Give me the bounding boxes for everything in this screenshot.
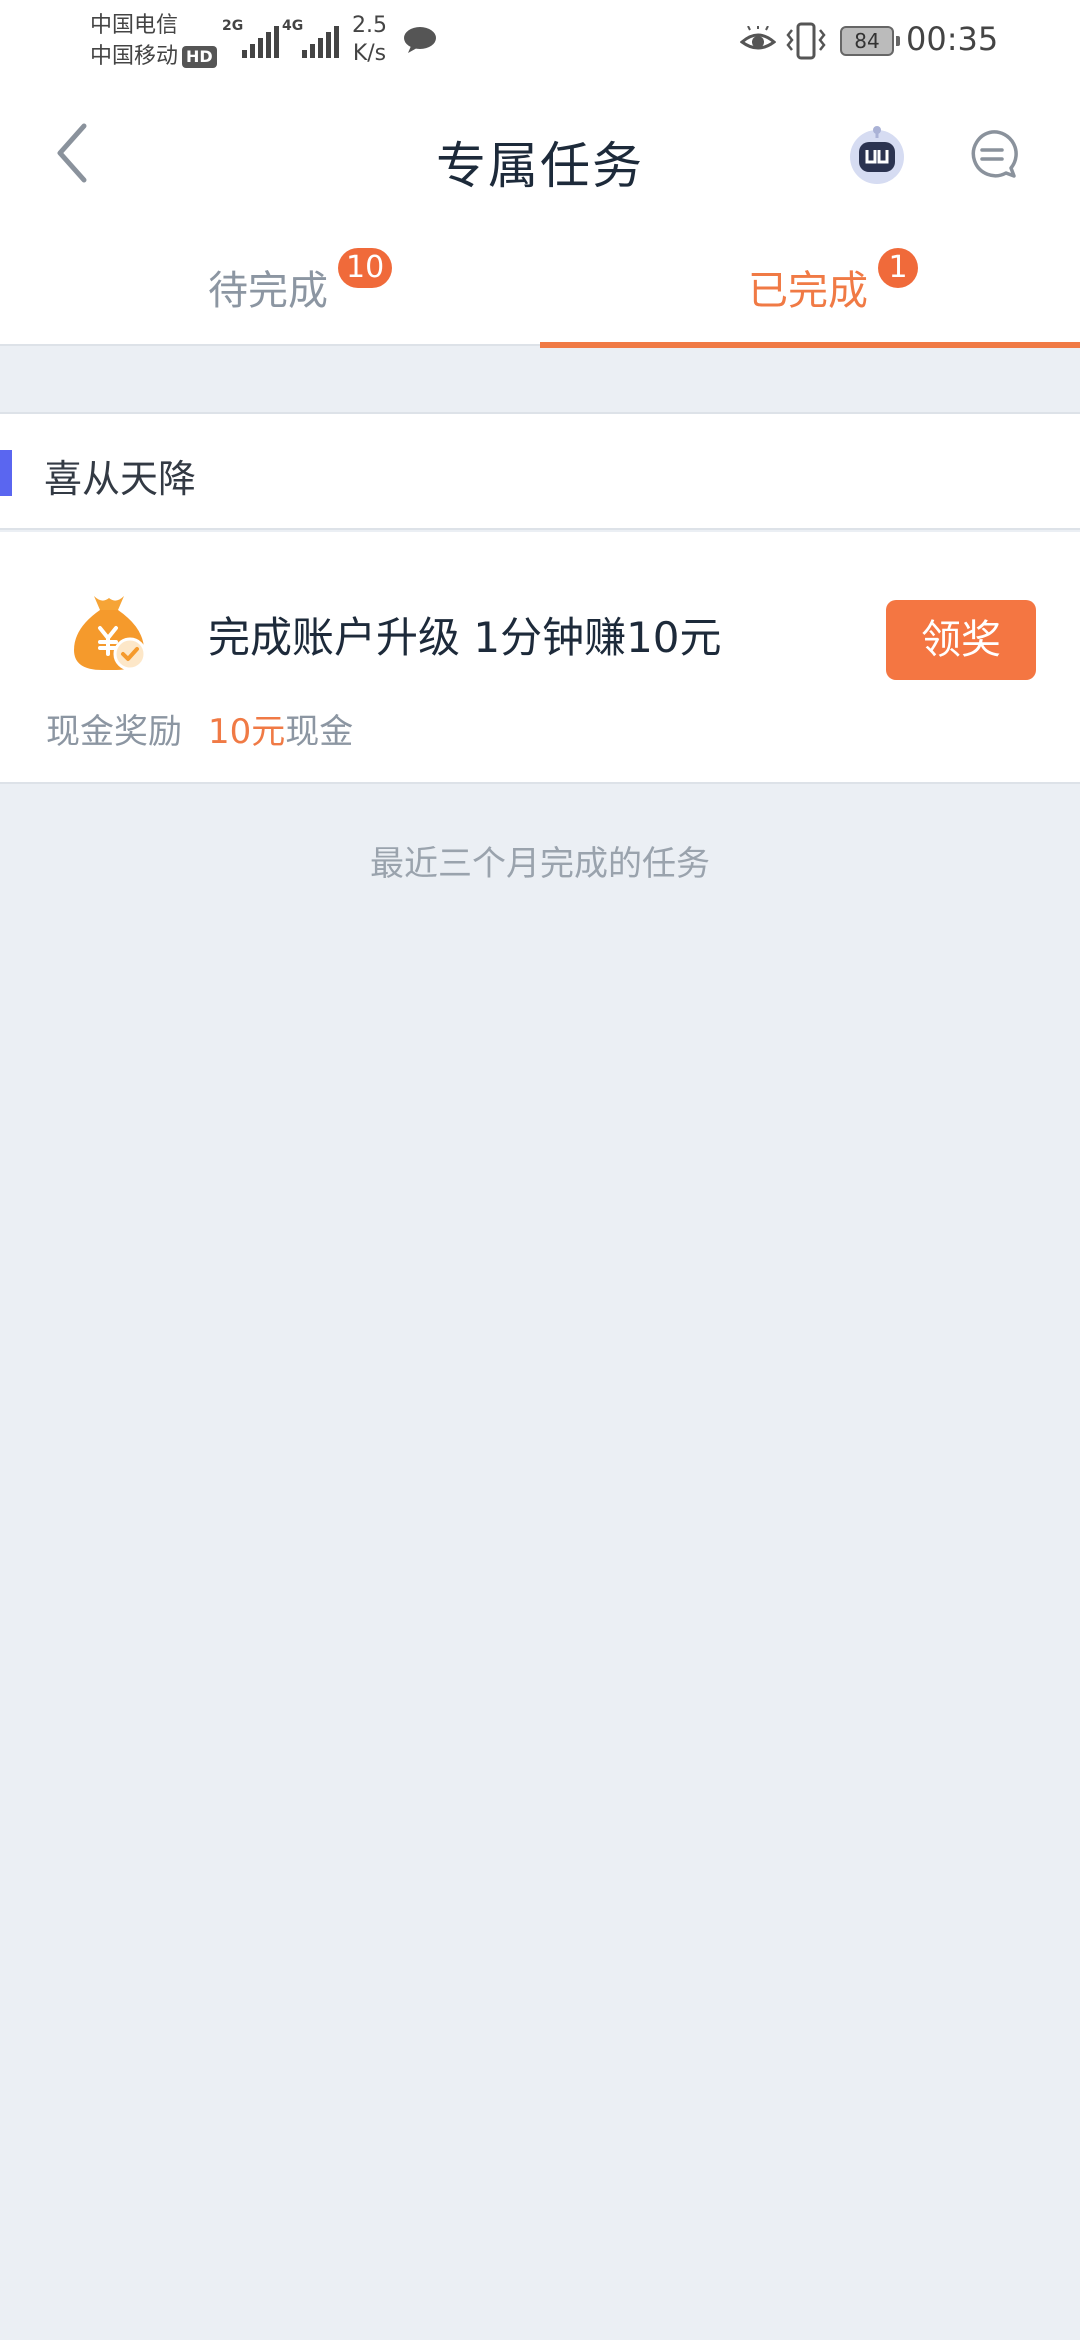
carrier-2: 中国移动 (90, 44, 179, 69)
robot-assistant-icon[interactable] (846, 124, 908, 186)
money-bag-icon (74, 596, 147, 671)
signal-icon-2: 4G (282, 18, 339, 58)
claim-reward-button[interactable]: 领奖 (886, 600, 1036, 680)
task-tabs: 待完成 10 已完成 1 (0, 230, 1080, 348)
active-tab-indicator (540, 342, 1080, 348)
chat-icon[interactable] (966, 128, 1018, 180)
reward-unit: 现金 (285, 712, 354, 752)
net-speed-value: 2.5 (352, 13, 387, 38)
reward-line: 10元现金 (208, 704, 353, 753)
section-header: 喜从天降 (0, 412, 1080, 530)
task-card[interactable]: 完成账户升级 1分钟赚10元 现金奖励 10元现金 领奖 (0, 532, 1080, 784)
tab-pending-label: 待完成 (208, 268, 328, 314)
tab-completed[interactable]: 已完成 1 (540, 230, 1080, 348)
section-title: 喜从天降 (44, 457, 197, 501)
battery-indicator: 84 (840, 26, 900, 56)
clock: 00:35 (906, 20, 999, 58)
reward-type: 现金奖励 (46, 712, 182, 752)
footer-note: 最近三个月完成的任务 (370, 844, 710, 884)
network-speed: 2.5 K/s (352, 12, 387, 68)
signal-2-type: 4G (282, 18, 304, 34)
signal-1-type: 2G (222, 18, 244, 34)
tab-pending-badge: 10 (338, 248, 393, 288)
task-title: 完成账户升级 1分钟赚10元 (208, 613, 722, 662)
app-header: 专属任务 (0, 84, 1080, 230)
carrier-info: 中国电信 中国移动 HD (90, 10, 217, 72)
tab-completed-badge: 1 (878, 248, 918, 288)
reward-amount: 10元 (208, 712, 286, 752)
net-speed-unit: K/s (352, 41, 387, 66)
status-bar: 中国电信 中国移动 HD 2G 4G 2.5 K/s 84 00:35 (0, 0, 1080, 84)
hd-badge: HD (182, 46, 217, 68)
carrier-2-row: 中国移动 HD (90, 41, 217, 72)
eye-icon (740, 26, 776, 50)
tab-completed-label: 已完成 (748, 268, 868, 314)
section-accent-bar (0, 450, 12, 496)
carrier-1: 中国电信 (90, 13, 179, 38)
message-icon (404, 27, 436, 53)
tab-pending[interactable]: 待完成 10 (0, 230, 540, 346)
signal-icon-1: 2G (222, 18, 279, 58)
vibrate-icon (786, 22, 826, 60)
page-title: 专属任务 (436, 137, 644, 195)
